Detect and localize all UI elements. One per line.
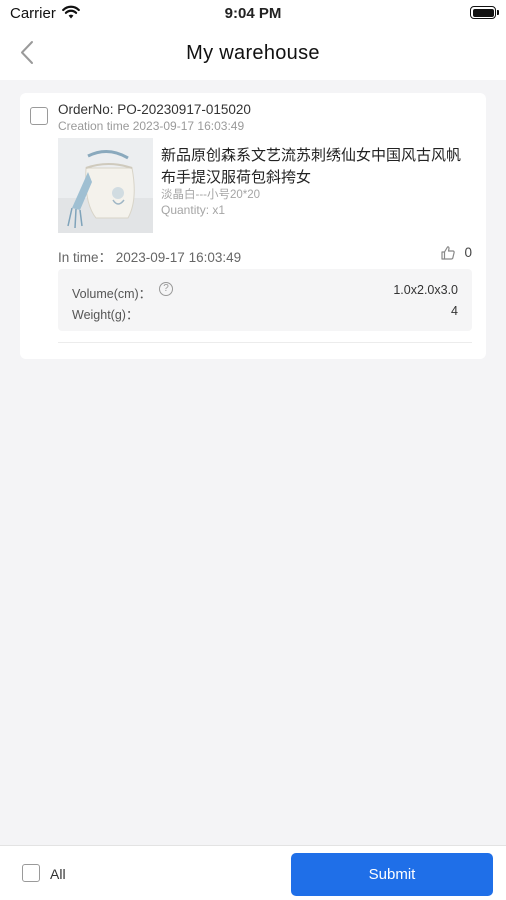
status-time: 9:04 PM — [224, 5, 282, 22]
product-spec: 淡晶白---小号20*20 — [161, 189, 261, 201]
submit-button[interactable]: Submit — [291, 853, 493, 896]
product-name: 新品原创森系文艺流苏刺绣仙女中国风古风帆布手提汉服荷包斜挎女 — [161, 147, 462, 186]
like-control: 0 — [432, 244, 472, 262]
select-all-checkbox[interactable] — [22, 864, 40, 882]
volume-value: 1.0x2.0x3.0 — [393, 283, 458, 297]
nav-bar: My warehouse — [0, 28, 506, 80]
product-bag-illustration — [58, 138, 153, 233]
status-bar: Carrier 9:04 PM — [0, 0, 506, 28]
in-time: In time： 2023-09-17 16:03:49 — [58, 250, 242, 265]
product-quantity: Quantity: x1 — [161, 203, 226, 217]
product-image[interactable] — [58, 138, 153, 233]
order-card: OrderNo: PO-20230917-015020 Creation tim… — [20, 93, 486, 359]
dimension-box: Volume(cm)： ? 1.0x2.0x3.0 Weight(g)： 4 — [58, 269, 472, 331]
like-count: 0 — [464, 245, 472, 260]
help-icon[interactable]: ? — [159, 282, 173, 296]
battery-icon — [470, 6, 499, 19]
weight-value: 4 — [451, 304, 458, 318]
select-all-label[interactable]: All — [50, 866, 66, 882]
volume-label: Volume(cm)： — [72, 287, 152, 301]
weight-label: Weight(g)： — [72, 308, 139, 322]
page-title: My warehouse — [186, 42, 320, 64]
order-number: OrderNo: PO-20230917-015020 — [58, 102, 251, 117]
creation-time: Creation time 2023-09-17 16:03:49 — [58, 119, 245, 133]
order-checkbox[interactable] — [30, 107, 48, 125]
card-divider — [58, 342, 472, 343]
bottom-bar: All Submit — [0, 845, 506, 900]
thumbs-up-icon[interactable] — [440, 245, 456, 261]
